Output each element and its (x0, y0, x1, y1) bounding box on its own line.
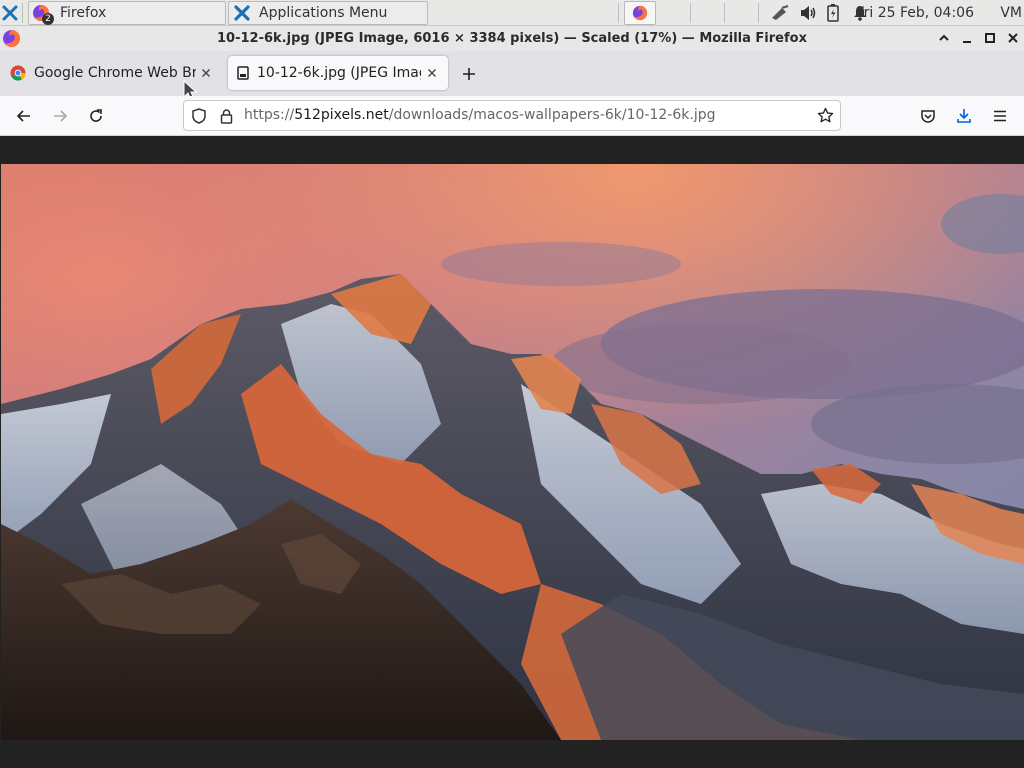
taskbar-applications-label: Applications Menu (259, 5, 388, 21)
firefox-icon (632, 5, 648, 21)
panel-separator (618, 3, 619, 23)
chrome-icon (10, 65, 26, 81)
downloads-icon (957, 109, 971, 123)
clock-text: Fri 25 Feb, 04:06 (856, 5, 974, 21)
url-path: /downloads/macos-wallpapers-6k/10-12-6k.… (388, 107, 716, 123)
tab-label: 10-12-6k.jpg (JPEG Image, 6016 × 3384 pi… (257, 65, 421, 81)
battery-icon[interactable] (827, 0, 843, 26)
workspace-separator (690, 3, 691, 23)
bookmark-star-button[interactable] (817, 107, 834, 124)
taskbar-applications-menu[interactable]: Applications Menu (228, 1, 428, 25)
back-arrow-icon (16, 110, 30, 122)
forward-arrow-icon (54, 110, 68, 122)
pocket-icon (921, 110, 935, 123)
close-icon (202, 69, 210, 77)
minimize-icon (963, 41, 971, 43)
url-bar[interactable]: https://512pixels.net/downloads/macos-wa… (183, 100, 841, 131)
maximize-icon (985, 33, 995, 43)
url-scheme: https:// (244, 107, 295, 123)
bookmark-star-icon (817, 107, 834, 123)
new-tab-button[interactable] (458, 64, 480, 84)
panel-separator (22, 3, 23, 23)
taskbar-firefox-label: Firefox (60, 5, 107, 21)
desktop-panel: 2 Firefox Applications Menu Fri 25 Feb, … (0, 0, 1024, 26)
reload-button[interactable] (84, 104, 108, 128)
taskbar-firefox[interactable]: 2 Firefox (28, 1, 226, 25)
volume-icon[interactable] (799, 0, 819, 26)
xfce-mouse-icon (233, 4, 251, 22)
tab-label: Google Chrome Web Browser (34, 65, 196, 81)
lock-icon[interactable] (220, 108, 233, 124)
tab-close-button[interactable] (198, 65, 214, 81)
tracking-shield-icon[interactable] (192, 108, 206, 124)
window-maximize-button[interactable] (982, 30, 998, 46)
chevron-up-icon (939, 34, 949, 41)
window-shade-button[interactable] (936, 30, 952, 46)
workspace-1[interactable] (624, 1, 656, 25)
network-icon[interactable] (770, 0, 792, 26)
window-minimize-button[interactable] (959, 30, 975, 46)
user-label: VM (1000, 5, 1022, 21)
tab-strip: Google Chrome Web Browser 10-12-6k.jpg (… (0, 51, 1024, 101)
page-content (0, 136, 1024, 768)
url-text[interactable]: https://512pixels.net/downloads/macos-wa… (244, 101, 715, 130)
tab-close-button[interactable] (424, 65, 440, 81)
window-count-badge: 2 (42, 13, 54, 25)
pocket-button[interactable] (916, 104, 940, 128)
plus-icon (463, 68, 475, 80)
close-icon (428, 69, 436, 77)
window-close-button[interactable] (1005, 30, 1021, 46)
image-document-icon (237, 66, 249, 80)
wallpaper-image[interactable] (1, 164, 1024, 740)
url-host: 512pixels.net (294, 107, 389, 123)
reload-icon (90, 109, 102, 122)
downloads-button[interactable] (952, 104, 976, 128)
window-title: 10-12-6k.jpg (JPEG Image, 6016 × 3384 pi… (217, 31, 807, 46)
panel-separator (758, 3, 759, 23)
app-menu-button[interactable] (988, 104, 1012, 128)
navigation-toolbar: https://512pixels.net/downloads/macos-wa… (0, 96, 1024, 136)
workspace-separator (724, 3, 725, 23)
back-button[interactable] (12, 104, 36, 128)
forward-button[interactable] (48, 104, 72, 128)
tab-jpeg-image[interactable]: 10-12-6k.jpg (JPEG Image, 6016 × 3384 pi… (228, 56, 448, 90)
hamburger-menu-icon (994, 110, 1006, 122)
window-titlebar[interactable]: 10-12-6k.jpg (JPEG Image, 6016 × 3384 pi… (0, 26, 1024, 51)
firefox-icon: 2 (32, 4, 54, 25)
close-icon (1008, 33, 1018, 43)
xfce-menu-icon[interactable] (2, 0, 20, 26)
